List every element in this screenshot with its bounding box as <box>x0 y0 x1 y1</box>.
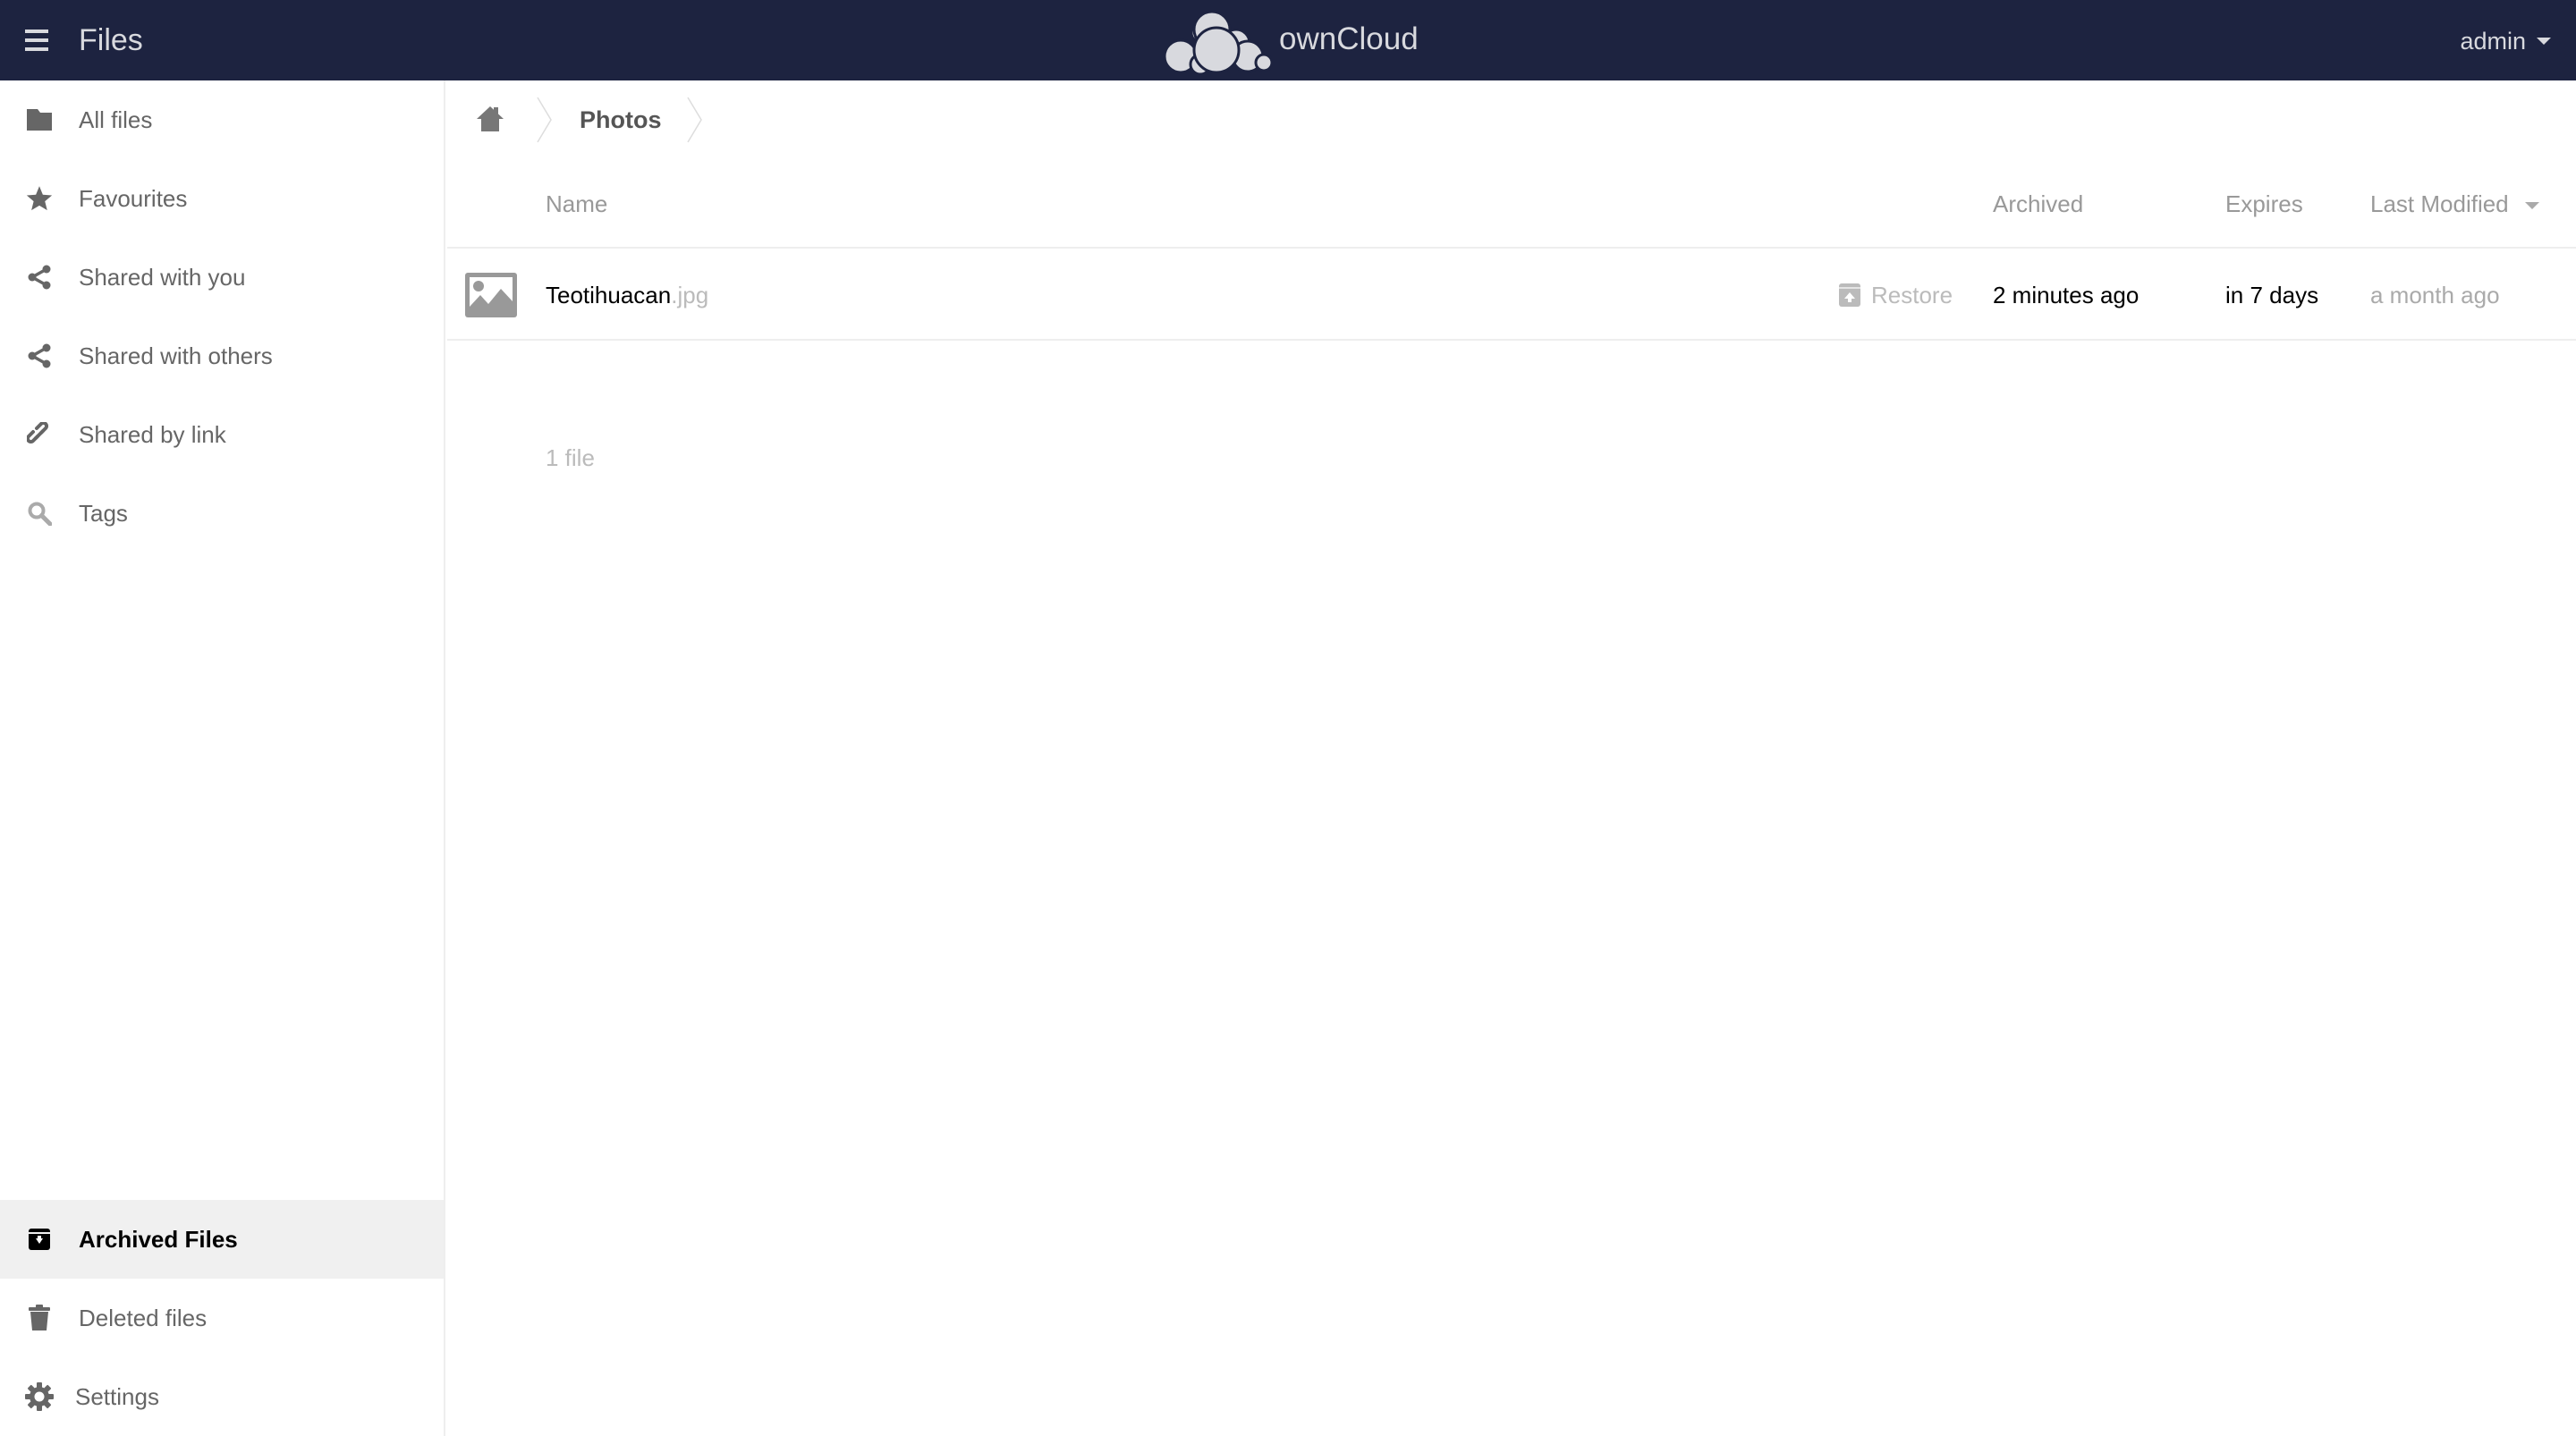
image-file-icon <box>465 273 517 317</box>
link-icon <box>25 420 54 449</box>
restore-button[interactable]: Restore <box>1839 275 1953 315</box>
breadcrumb: Photos <box>447 80 2576 159</box>
restore-label: Restore <box>1871 282 1953 308</box>
sidebar-item-label: Deleted files <box>79 1305 208 1331</box>
breadcrumb-separator-icon <box>687 97 702 143</box>
sidebar-item-favourites[interactable]: Favourites <box>0 159 444 238</box>
gear-icon <box>25 1382 54 1411</box>
star-icon <box>25 184 54 213</box>
breadcrumb-item-photos[interactable]: Photos <box>580 100 662 139</box>
cloud-logo-icon <box>1163 10 1272 73</box>
sidebar-item-shared-with-you[interactable]: Shared with you <box>0 238 444 317</box>
sidebar-item-label: Shared with you <box>79 264 246 291</box>
username: admin <box>2460 28 2526 55</box>
folder-icon <box>25 106 54 134</box>
column-header-expires[interactable]: Expires <box>2225 186 2303 222</box>
archived-date: 2 minutes ago <box>1993 282 2140 308</box>
breadcrumb-separator-icon <box>537 97 552 143</box>
main-content: Photos Name Archived Expires Last Modifi… <box>447 80 2576 1436</box>
search-icon <box>25 499 54 528</box>
sidebar-item-label: Favourites <box>79 185 188 212</box>
sidebar-item-shared-with-others[interactable]: Shared with others <box>0 317 444 395</box>
column-header-label: Last Modified <box>2370 190 2509 217</box>
hamburger-icon-bar <box>25 47 48 51</box>
column-header-name[interactable]: Name <box>546 186 607 222</box>
column-header-archived[interactable]: Archived <box>1993 186 2083 222</box>
sidebar: All files Favourites Shared with you Sha… <box>0 80 445 1436</box>
sidebar-item-settings[interactable]: Settings <box>0 1357 444 1436</box>
menu-button[interactable] <box>23 27 50 54</box>
home-icon[interactable] <box>476 106 504 132</box>
expires-date: in 7 days <box>2225 282 2319 308</box>
user-menu[interactable]: admin <box>2460 21 2551 61</box>
sidebar-item-tags[interactable]: Tags <box>0 474 444 553</box>
file-name-link[interactable]: Teotihuacan.jpg <box>546 275 708 315</box>
owncloud-logo[interactable]: ownCloud <box>1161 7 1420 73</box>
brand-name: ownCloud <box>1279 21 1419 56</box>
column-header-last-modified[interactable]: Last Modified <box>2370 186 2539 222</box>
hamburger-icon <box>25 30 48 33</box>
table-row[interactable]: Teotihuacan.jpg Restore 2 minutes ago in… <box>447 250 2576 341</box>
sidebar-item-label: Shared with others <box>79 342 273 369</box>
trash-icon <box>25 1304 54 1332</box>
sidebar-item-archived-files[interactable]: Archived Files <box>0 1200 444 1279</box>
archive-icon <box>25 1225 54 1254</box>
app-title[interactable]: Files <box>79 20 143 61</box>
sidebar-item-label: Archived Files <box>79 1226 238 1253</box>
caret-down-icon <box>2537 38 2551 45</box>
sidebar-item-label: Settings <box>75 1383 159 1410</box>
share-icon <box>25 263 54 291</box>
share-icon <box>25 342 54 370</box>
sidebar-item-label: Shared by link <box>79 421 226 448</box>
sidebar-item-all-files[interactable]: All files <box>0 80 444 159</box>
restore-icon <box>1839 283 1860 307</box>
top-header: Files ownCloud admin <box>0 0 2576 80</box>
table-header: Name Archived Expires Last Modified <box>447 159 2576 249</box>
sidebar-item-label: Tags <box>79 500 128 527</box>
sidebar-item-label: All files <box>79 106 153 133</box>
file-basename: Teotihuacan <box>546 282 672 308</box>
hamburger-icon-bar <box>25 38 48 42</box>
sidebar-item-deleted-files[interactable]: Deleted files <box>0 1279 444 1357</box>
file-count-summary: 1 file <box>546 444 595 471</box>
sort-descending-icon <box>2524 202 2539 210</box>
last-modified-date: a month ago <box>2370 282 2500 308</box>
file-extension: .jpg <box>671 282 709 308</box>
sidebar-item-shared-by-link[interactable]: Shared by link <box>0 395 444 474</box>
